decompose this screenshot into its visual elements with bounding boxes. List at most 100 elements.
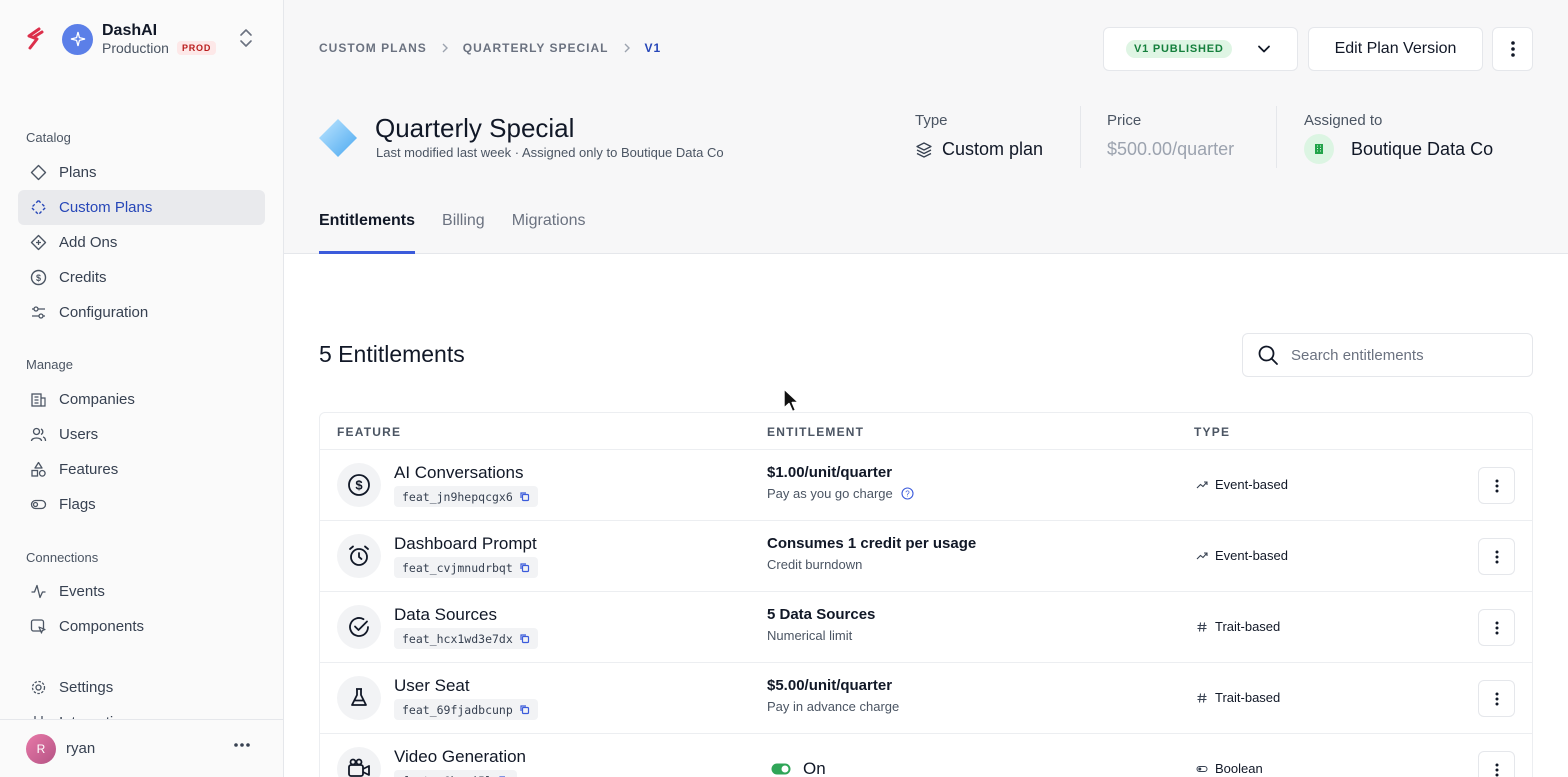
column-header-type: TYPE (1194, 425, 1231, 439)
chevron-updown-icon[interactable] (238, 27, 254, 49)
more-horizontal-icon[interactable] (233, 742, 251, 748)
sliders-icon (32, 306, 45, 319)
workspace-name: DashAI (102, 22, 158, 39)
copy-icon[interactable] (519, 562, 530, 573)
feature-id[interactable]: feat_69fjadbcunp (394, 699, 538, 720)
environment-name: Production (102, 40, 169, 56)
version-select[interactable]: V1 PUBLISHED (1103, 27, 1298, 71)
feature-id[interactable]: feat_jn9hepqcgx6 (394, 486, 538, 507)
edit-plan-version-button[interactable]: Edit Plan Version (1308, 27, 1483, 71)
feature-id[interactable]: feat_hcx1wd3e7dx (394, 628, 538, 649)
table-row[interactable]: Video Generation feat_q6bcoj5l On Boolea… (320, 734, 1532, 777)
entitlement-type-text: Trait-based (1215, 619, 1281, 634)
gear-icon (31, 680, 46, 695)
workspace-avatar (62, 23, 93, 55)
sidebar-item-custom-plans[interactable]: Custom Plans (18, 190, 265, 225)
entitlement-value: $1.00/unit/quarter (767, 464, 893, 481)
custom-plan-icon (30, 199, 47, 216)
component-icon (30, 619, 46, 634)
feature-name[interactable]: Dashboard Prompt (394, 534, 537, 554)
entitlement-value: On (771, 759, 826, 777)
row-actions-button[interactable] (1478, 538, 1515, 575)
copy-icon[interactable] (519, 704, 530, 715)
copy-icon[interactable] (519, 633, 530, 644)
row-actions-button[interactable] (1478, 751, 1515, 777)
entitlement-type: Trait-based (1196, 690, 1280, 705)
tab-migrations[interactable]: Migrations (512, 212, 586, 254)
tab-entitlements[interactable]: Entitlements (319, 212, 416, 254)
chevron-right-icon (624, 43, 630, 53)
search-box[interactable] (1242, 333, 1533, 377)
users-icon (30, 427, 47, 442)
breadcrumb-plan[interactable]: QUARTERLY SPECIAL (463, 41, 609, 55)
sidebar-item-add-ons[interactable]: Add Ons (18, 225, 265, 260)
divider (1276, 106, 1277, 168)
sidebar-item-label: Flags (59, 496, 96, 513)
nav-section-connections: Connections (26, 550, 99, 565)
feature-icon (337, 676, 381, 720)
sidebar-item-users[interactable]: Users (18, 417, 265, 452)
entitlement-type-text: Event-based (1215, 548, 1288, 563)
feature-id[interactable]: feat_q6bcoj5l (394, 770, 518, 777)
layers-icon (916, 141, 932, 158)
user-menu[interactable]: R ryan (0, 719, 283, 777)
table-row[interactable]: Data Sources feat_hcx1wd3e7dx 5 Data Sou… (320, 592, 1532, 663)
tab-billing[interactable]: Billing (442, 212, 485, 254)
entitlement-description: Credit burndown (767, 557, 862, 572)
building-icon (31, 393, 46, 407)
dollar-circle-icon: $ (30, 269, 47, 286)
table-row[interactable]: $ AI Conversations feat_jn9hepqcgx6 $1.0… (320, 450, 1532, 521)
sidebar-item-label: Events (59, 583, 105, 600)
more-actions-button[interactable] (1492, 27, 1533, 71)
entitlements-count-title: 5 Entitlements (319, 341, 465, 367)
video-icon (348, 758, 370, 777)
feature-name[interactable]: AI Conversations (394, 463, 523, 483)
sidebar: DashAI Production PROD Catalog Plans Cus… (0, 0, 284, 777)
row-actions-button[interactable] (1478, 609, 1515, 646)
workspace-switcher[interactable]: DashAI Production PROD (24, 20, 260, 58)
feature-id-text: feat_hcx1wd3e7dx (402, 631, 513, 646)
feature-name[interactable]: Video Generation (394, 747, 526, 767)
sidebar-item-flags[interactable]: Flags (18, 487, 265, 522)
sidebar-item-label: Credits (59, 269, 107, 286)
type-value: Custom plan (942, 139, 1044, 159)
table-row[interactable]: User Seat feat_69fjadbcunp $5.00/unit/qu… (320, 663, 1532, 734)
hash-icon (1197, 692, 1207, 703)
trending-up-icon (1196, 480, 1208, 488)
entitlement-description-text: Pay in advance charge (767, 699, 900, 714)
sidebar-item-companies[interactable]: Companies (18, 382, 265, 417)
table-row[interactable]: Dashboard Prompt feat_cvjmnudrbqt Consum… (320, 521, 1532, 592)
feature-id[interactable]: feat_cvjmnudrbqt (394, 557, 538, 578)
sidebar-item-label: Custom Plans (59, 199, 153, 216)
sidebar-item-label: Users (59, 426, 99, 443)
toggle-icon (30, 499, 47, 510)
flask-icon (351, 688, 367, 706)
sparkle-icon (70, 31, 85, 47)
search-input[interactable] (1291, 346, 1511, 364)
entitlement-type: Boolean (1196, 761, 1263, 776)
sidebar-item-plans[interactable]: Plans (18, 155, 265, 190)
help-circle-icon[interactable]: ? (901, 487, 914, 500)
row-actions-button[interactable] (1478, 467, 1515, 504)
copy-icon[interactable] (519, 491, 530, 502)
breadcrumb-custom-plans[interactable]: CUSTOM PLANS (319, 41, 427, 55)
svg-text:?: ? (905, 490, 910, 499)
sidebar-item-settings[interactable]: Settings (18, 670, 265, 705)
sidebar-item-components[interactable]: Components (18, 609, 265, 644)
sidebar-item-events[interactable]: Events (18, 574, 265, 609)
user-name: ryan (66, 740, 96, 757)
feature-name[interactable]: Data Sources (394, 605, 497, 625)
entitlements-table: FEATURE ENTITLEMENT TYPE $ AI Conversati… (319, 412, 1533, 777)
sidebar-item-configuration[interactable]: Configuration (18, 295, 265, 330)
trending-up-icon (1196, 551, 1208, 559)
sidebar-item-label: Components (59, 618, 145, 635)
sidebar-item-credits[interactable]: $ Credits (18, 260, 265, 295)
assigned-company-link[interactable]: Boutique Data Co (1351, 139, 1493, 160)
chevron-right-icon (442, 43, 448, 53)
feature-name[interactable]: User Seat (394, 676, 470, 696)
feature-id-text: feat_69fjadbcunp (402, 702, 513, 717)
sidebar-item-features[interactable]: Features (18, 452, 265, 487)
row-actions-button[interactable] (1478, 680, 1515, 717)
plan-diamond-icon (319, 119, 357, 157)
svg-text:$: $ (36, 273, 41, 283)
